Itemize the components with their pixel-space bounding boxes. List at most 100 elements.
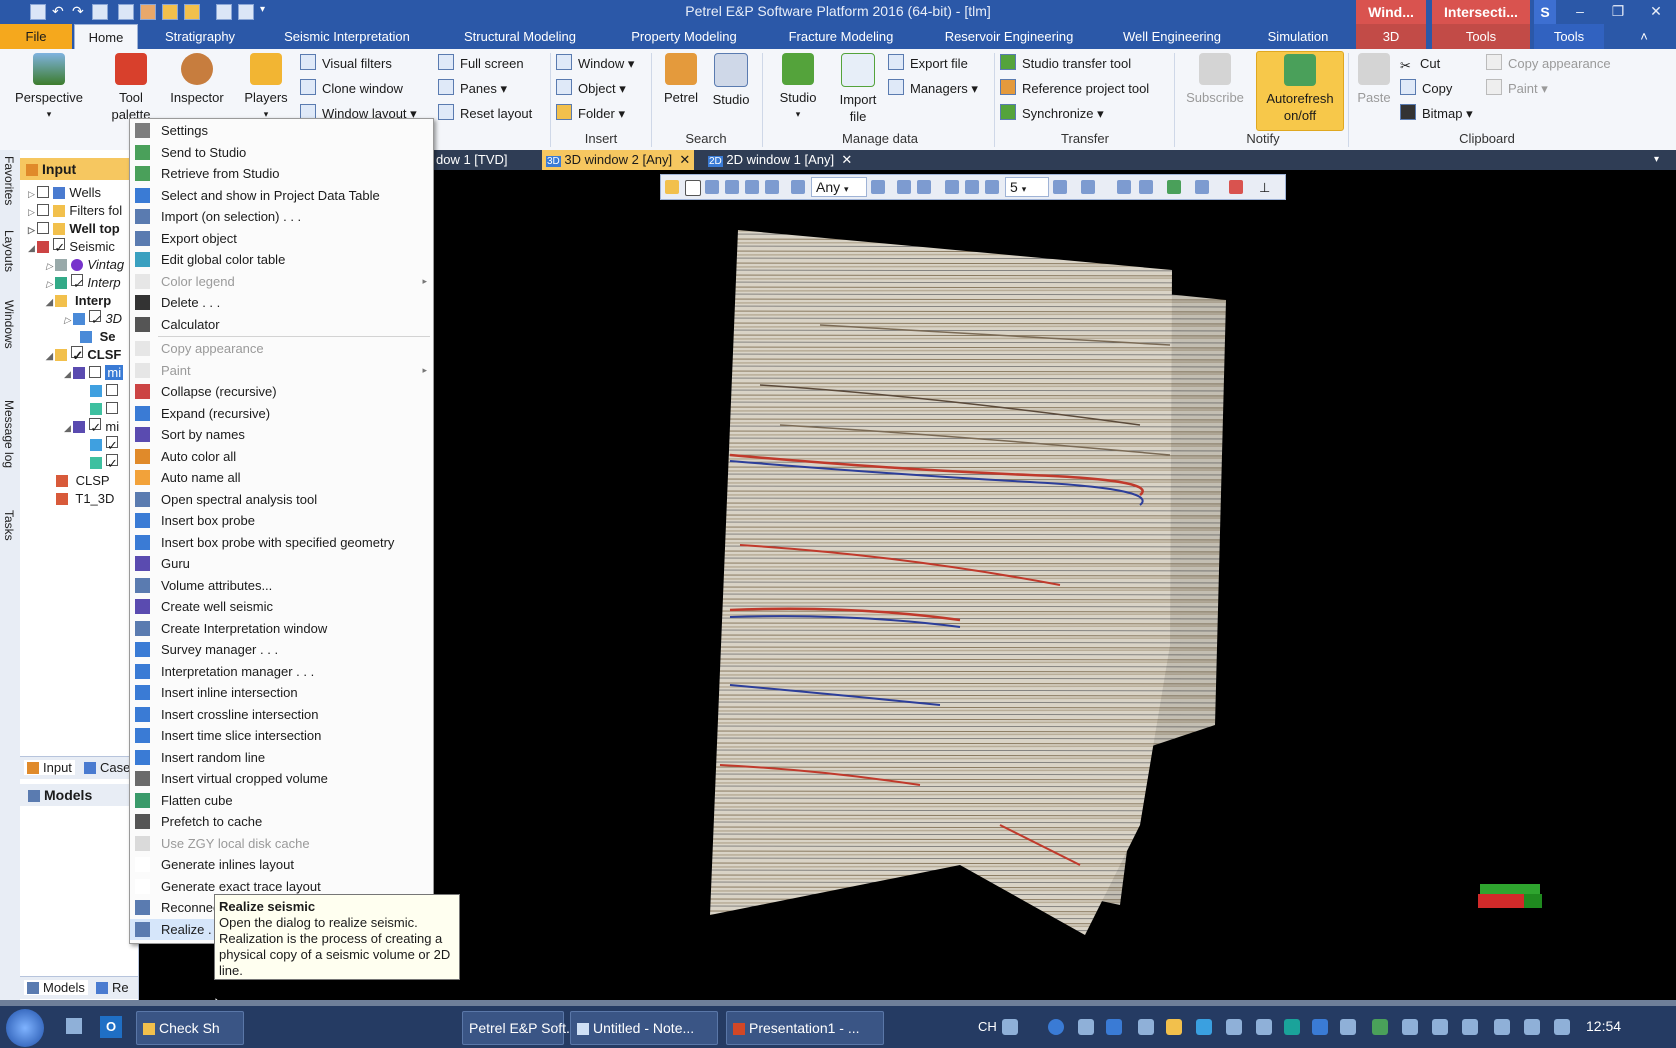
light-icon[interactable] — [1053, 180, 1067, 194]
menu-item-collapse-recursive[interactable]: Collapse (recursive) — [130, 381, 433, 402]
input-tab[interactable]: Input — [24, 760, 75, 775]
copy-appearance-button[interactable]: Copy appearance — [1486, 54, 1611, 74]
favorites-tab[interactable]: Favorites — [2, 156, 16, 205]
managers-button[interactable]: Managers ▾ — [888, 79, 978, 99]
tray-icon[interactable] — [1432, 1019, 1448, 1035]
tasks-tab[interactable]: Tasks — [2, 510, 16, 541]
domain-select[interactable]: Any ▾ — [811, 177, 867, 197]
models-tab[interactable]: Models — [24, 980, 88, 995]
menu-item-edit-global-color-table[interactable]: Edit global color table — [130, 249, 433, 270]
menu-item-survey-manager[interactable]: Survey manager . . . — [130, 639, 433, 660]
tab-fracture-modeling[interactable]: Fracture Modeling — [776, 24, 906, 49]
subscribe-button[interactable]: Subscribe — [1180, 51, 1250, 106]
menu-item-insert-crossline-intersection[interactable]: Insert crossline intersection — [130, 704, 433, 725]
tree-item-se[interactable]: Se — [80, 328, 116, 346]
tray-icon[interactable] — [1256, 1019, 1272, 1035]
vertical-exaggeration-select[interactable]: 5 ▾ — [1005, 177, 1049, 197]
axis-icon[interactable] — [1139, 180, 1153, 194]
taskbar-item-notepad[interactable]: Untitled - Note... — [570, 1011, 718, 1045]
taskbar-item-powerpoint[interactable]: Presentation1 - ... — [726, 1011, 884, 1045]
taskbar-item-petrel[interactable]: Petrel E&P Soft... — [462, 1011, 578, 1045]
studio-transfer-tool-button[interactable]: Studio transfer tool — [1000, 54, 1131, 74]
center-icon[interactable] — [945, 180, 959, 194]
windows-tab[interactable]: Windows — [2, 300, 16, 349]
tree-item-mi-2[interactable]: ◢ ✓ mi — [64, 418, 119, 436]
tray-icon[interactable] — [1312, 1019, 1328, 1035]
menu-item-color-legend[interactable]: Color legend ▸ — [130, 271, 433, 292]
tree-item-3d[interactable]: ▷ ✓ 3D — [64, 310, 122, 328]
menu-item-insert-box-probe-with-specified-geometry[interactable]: Insert box probe with specified geometry — [130, 532, 433, 553]
tab-tools-2[interactable]: Tools — [1534, 24, 1604, 49]
menu-item-sort-by-names[interactable]: Sort by names — [130, 424, 433, 445]
eye-icon[interactable] — [897, 180, 911, 194]
menu-item-retrieve-from-studio[interactable]: Retrieve from Studio — [130, 163, 433, 184]
palette-icon[interactable] — [985, 180, 999, 194]
tray-icon[interactable] — [1402, 1019, 1418, 1035]
zoom-fit-icon[interactable] — [965, 180, 979, 194]
menu-item-paint[interactable]: Paint ▸ — [130, 360, 433, 381]
full-screen-button[interactable]: Full screen — [438, 54, 524, 74]
perspective-button[interactable]: Perspective ▾ — [8, 51, 90, 123]
collapse-ribbon-icon[interactable]: ˄ — [1634, 24, 1654, 49]
tree-item-seismic[interactable]: ◢ ✓ Seismic — [28, 238, 115, 256]
menu-item-insert-time-slice-intersection[interactable]: Insert time slice intersection — [130, 725, 433, 746]
tree-item-filters[interactable]: ▷ Filters fol — [28, 202, 122, 220]
cut-button[interactable]: ✂ Cut — [1400, 54, 1440, 74]
copy-button[interactable]: Copy — [1400, 79, 1452, 99]
tray-icon[interactable] — [1372, 1019, 1388, 1035]
tab-simulation[interactable]: Simulation — [1256, 24, 1340, 49]
pan-hand-icon[interactable] — [665, 180, 679, 194]
measure-icon[interactable] — [705, 180, 719, 194]
results-tab[interactable]: Re — [96, 980, 129, 995]
import-file-button[interactable]: Import file — [830, 51, 886, 125]
menu-item-send-to-studio[interactable]: Send to Studio — [130, 142, 433, 163]
menu-item-insert-random-line[interactable]: Insert random line — [130, 747, 433, 768]
menu-item-generate-inlines-layout[interactable]: Generate inlines layout — [130, 854, 433, 875]
stop-icon[interactable] — [1229, 180, 1243, 194]
tree-item-clsf[interactable]: ◢ ✓ CLSF — [46, 346, 121, 364]
players-button[interactable]: Players ▾ — [238, 51, 294, 123]
visual-filters-button[interactable]: Visual filters — [300, 54, 392, 74]
tab-3d[interactable]: 3D — [1356, 24, 1426, 49]
tab-tools-1[interactable]: Tools — [1432, 24, 1530, 49]
panes-button[interactable]: Panes ▾ — [438, 79, 507, 99]
restore-icon[interactable]: ❐ — [1600, 0, 1636, 22]
menu-item-auto-name-all[interactable]: Auto name all — [130, 467, 433, 488]
tab-structural-modeling[interactable]: Structural Modeling — [452, 24, 588, 49]
tree-item-interp-1[interactable]: ▷ ✓ Interp — [46, 274, 121, 292]
context-tab-window[interactable]: Wind... — [1356, 0, 1426, 24]
menu-item-insert-inline-intersection[interactable]: Insert inline intersection — [130, 682, 433, 703]
menu-item-interpretation-manager[interactable]: Interpretation manager . . . — [130, 661, 433, 682]
menu-item-use-zgy-local-disk-cache[interactable]: Use ZGY local disk cache — [130, 833, 433, 854]
menu-item-auto-color-all[interactable]: Auto color all — [130, 446, 433, 467]
menu-item-import-on-selection[interactable]: Import (on selection) . . . — [130, 206, 433, 227]
help-icon[interactable] — [1048, 1019, 1064, 1035]
studio-button[interactable]: Studio ▾ — [770, 51, 826, 123]
language-indicator[interactable]: CH — [978, 1019, 997, 1034]
grid-icon[interactable] — [917, 180, 931, 194]
network-icon[interactable] — [1462, 1019, 1478, 1035]
menu-item-insert-box-probe[interactable]: Insert box probe — [130, 510, 433, 531]
insert-window-button[interactable]: Window ▾ — [556, 54, 634, 74]
menu-item-select-and-show-in-project-data-table[interactable]: Select and show in Project Data Table — [130, 185, 433, 206]
clone-window-button[interactable]: Clone window — [300, 79, 403, 99]
tab-seismic-interpretation[interactable]: Seismic Interpretation — [272, 24, 422, 49]
outlook-icon[interactable]: O — [100, 1016, 122, 1038]
context-tab-s[interactable]: S — [1534, 0, 1556, 24]
volume-icon[interactable] — [1554, 1019, 1570, 1035]
menu-item-expand-recursive[interactable]: Expand (recursive) — [130, 403, 433, 424]
keyboard-icon[interactable] — [1002, 1019, 1018, 1035]
tray-icon[interactable] — [1340, 1019, 1356, 1035]
eraser-icon[interactable] — [1117, 180, 1131, 194]
menu-item-guru[interactable]: Guru — [130, 553, 433, 574]
menu-item-create-well-seismic[interactable]: Create well seismic — [130, 596, 433, 617]
tree-item-t1-3d[interactable]: T1_3D — [56, 490, 114, 508]
home-view-icon[interactable] — [871, 180, 885, 194]
tree-item-cube-1[interactable] — [90, 382, 122, 400]
pick-icon[interactable] — [745, 180, 759, 194]
tray-icon[interactable] — [1284, 1019, 1300, 1035]
tab-2d-window-1[interactable]: 2D 2D window 1 [Any] ✕ — [704, 150, 856, 170]
tab-property-modeling[interactable]: Property Modeling — [618, 24, 750, 49]
tray-icon[interactable] — [1138, 1019, 1154, 1035]
synchronize-button[interactable]: Synchronize ▾ — [1000, 104, 1104, 124]
